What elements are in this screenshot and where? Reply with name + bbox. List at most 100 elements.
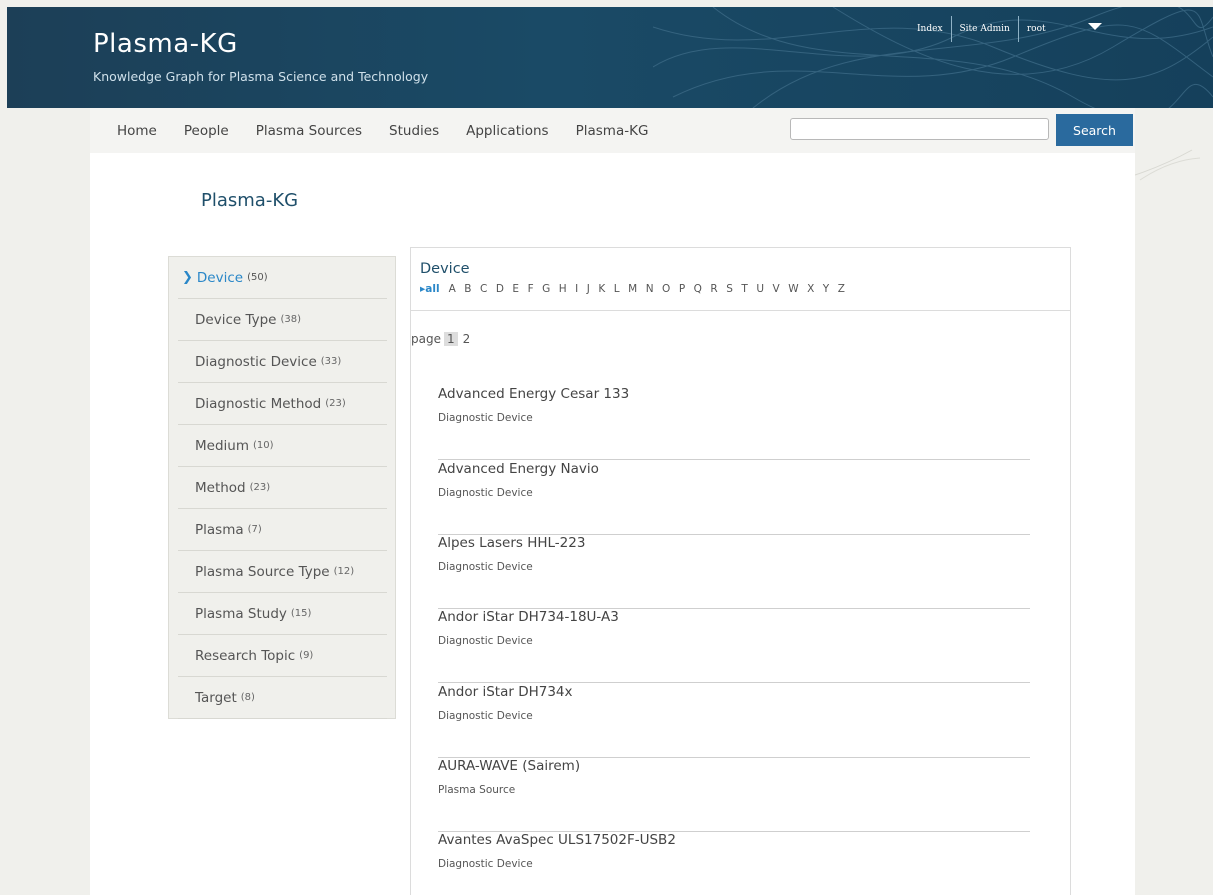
sidebar-item-device[interactable]: ❯ Device (50) [178, 257, 387, 299]
device-name-link[interactable]: Advanced Energy Cesar 133 [438, 386, 629, 402]
sidebar-item-count: (10) [252, 440, 274, 451]
search-button[interactable]: Search [1056, 114, 1133, 146]
sidebar-item-label: Diagnostic Method [195, 395, 322, 412]
alpha-letter[interactable]: K [598, 283, 605, 295]
alpha-letter[interactable]: H [559, 283, 567, 295]
search-input[interactable] [790, 118, 1049, 140]
sidebar-item-plasma[interactable]: Plasma (7) [178, 509, 387, 551]
list-item: Andor iStar DH734x Diagnostic Device [438, 684, 1030, 758]
alpha-all-link[interactable]: ▸all [420, 283, 440, 295]
alpha-letter[interactable]: G [542, 283, 550, 295]
site-subtitle: Knowledge Graph for Plasma Science and T… [93, 69, 429, 84]
sidebar-item-label: Device Type [195, 311, 277, 328]
sidebar-item-diagnostic-device[interactable]: Diagnostic Device (33) [178, 341, 387, 383]
alpha-letter[interactable]: M [628, 283, 637, 295]
alpha-letter[interactable]: I [575, 283, 578, 295]
alpha-letter[interactable]: A [449, 283, 456, 295]
sidebar-item-target[interactable]: Target (8) [178, 677, 387, 719]
sidebar-item-label: Plasma [195, 521, 244, 538]
alpha-letter[interactable]: S [726, 283, 733, 295]
sidebar-item-label: Plasma Source Type [195, 563, 330, 580]
device-name-link[interactable]: Alpes Lasers HHL-223 [438, 535, 585, 551]
sidebar-item-device-type[interactable]: Device Type (38) [178, 299, 387, 341]
alpha-letter[interactable]: V [773, 283, 780, 295]
alpha-letter[interactable]: L [614, 283, 620, 295]
sidebar-item-label: Plasma Study [195, 605, 287, 622]
sidebar-item-label: Research Topic [195, 647, 296, 664]
alpha-letter[interactable]: N [646, 283, 654, 295]
sidebar-item-label: Method [195, 479, 246, 496]
device-type-label: Diagnostic Device [438, 561, 533, 573]
alpha-letter[interactable]: E [512, 283, 519, 295]
user-link[interactable]: root [1019, 16, 1054, 42]
device-name-link[interactable]: Avantes AvaSpec ULS17502F-USB2 [438, 832, 676, 848]
top-links: Index Site Admin root [909, 16, 1054, 42]
sidebar-item-count: (38) [280, 314, 301, 325]
alpha-letter[interactable]: J [587, 283, 590, 295]
nav-applications[interactable]: Applications [466, 123, 548, 139]
site-header: Plasma-KG Knowledge Graph for Plasma Sci… [7, 7, 1213, 108]
alpha-letter[interactable]: F [528, 283, 534, 295]
device-type-label: Diagnostic Device [438, 858, 533, 870]
list-item: AURA-WAVE (Sairem) Plasma Source [438, 758, 1030, 832]
device-name-link[interactable]: Andor iStar DH734-18U-A3 [438, 609, 619, 625]
alpha-letter[interactable]: U [756, 283, 764, 295]
sidebar-item-count: (7) [247, 524, 262, 535]
page-link-current[interactable]: 1 [443, 332, 458, 346]
chevron-right-icon: ❯ [182, 270, 193, 285]
device-type-label: Plasma Source [438, 784, 516, 796]
sidebar-item-count: (23) [249, 482, 271, 493]
sidebar-item-medium[interactable]: Medium (10) [178, 425, 387, 467]
device-name-link[interactable]: Advanced Energy Navio [438, 461, 599, 477]
nav-home[interactable]: Home [117, 123, 157, 139]
alpha-letter[interactable]: X [807, 283, 814, 295]
class-sidebar: ❯ Device (50) Device Type (38) Diagnosti… [168, 256, 396, 719]
sidebar-item-method[interactable]: Method (23) [178, 467, 387, 509]
sidebar-item-count: (12) [333, 566, 355, 577]
alpha-letter[interactable]: W [788, 283, 798, 295]
alpha-letter[interactable]: P [679, 283, 685, 295]
main-content: Plasma-KG ❯ Device (50) Device Type (38)… [90, 153, 1135, 895]
list-item: Advanced Energy Navio Diagnostic Device [438, 461, 1030, 535]
alpha-letter[interactable]: D [496, 283, 504, 295]
sidebar-item-plasma-source-type[interactable]: Plasma Source Type (12) [178, 551, 387, 593]
list-item: Andor iStar DH734-18U-A3 Diagnostic Devi… [438, 609, 1030, 683]
nav-people[interactable]: People [184, 123, 229, 139]
nav-plasma-kg[interactable]: Plasma-KG [576, 123, 649, 139]
sidebar-item-count: (9) [299, 650, 314, 661]
device-listing: Device ▸all A B C D E F G H I J K L M N … [410, 247, 1071, 895]
sidebar-item-count: (23) [325, 398, 346, 409]
alpha-letter[interactable]: Y [823, 283, 829, 295]
sidebar-item-count: (33) [320, 356, 342, 367]
alpha-letter[interactable]: Z [838, 283, 845, 295]
page-link[interactable]: 2 [463, 332, 471, 346]
alpha-letter[interactable]: Q [694, 283, 702, 295]
nav-plasma-sources[interactable]: Plasma Sources [256, 123, 362, 139]
device-name-link[interactable]: AURA-WAVE (Sairem) [438, 758, 580, 774]
sidebar-item-count: (50) [247, 272, 268, 283]
alpha-letter[interactable]: T [741, 283, 747, 295]
main-nav: Home People Plasma Sources Studies Appli… [90, 108, 1135, 153]
list-item: Avantes AvaSpec ULS17502F-USB2 Diagnosti… [438, 832, 1030, 895]
alphabet-filter: ▸all A B C D E F G H I J K L M N O P Q R… [420, 283, 853, 295]
device-type-label: Diagnostic Device [438, 710, 533, 722]
alpha-letter[interactable]: B [464, 283, 471, 295]
nav-studies[interactable]: Studies [389, 123, 439, 139]
site-title[interactable]: Plasma-KG [93, 29, 238, 59]
pagination: page 1 2 [411, 332, 470, 346]
site-admin-link[interactable]: Site Admin [952, 16, 1018, 42]
sidebar-item-diagnostic-method[interactable]: Diagnostic Method (23) [178, 383, 387, 425]
sidebar-item-label: Medium [195, 437, 249, 454]
sidebar-item-count: (8) [240, 692, 255, 703]
index-link[interactable]: Index [909, 16, 951, 42]
sidebar-item-plasma-study[interactable]: Plasma Study (15) [178, 593, 387, 635]
device-type-label: Diagnostic Device [438, 487, 533, 499]
user-menu-dropdown-icon[interactable] [1088, 23, 1102, 30]
alpha-letter[interactable]: C [480, 283, 487, 295]
device-name-link[interactable]: Andor iStar DH734x [438, 684, 573, 700]
alpha-letter[interactable]: O [662, 283, 670, 295]
list-item: Alpes Lasers HHL-223 Diagnostic Device [438, 535, 1030, 609]
alpha-all-label: all [425, 283, 440, 295]
alpha-letter[interactable]: R [710, 283, 717, 295]
sidebar-item-research-topic[interactable]: Research Topic (9) [178, 635, 387, 677]
